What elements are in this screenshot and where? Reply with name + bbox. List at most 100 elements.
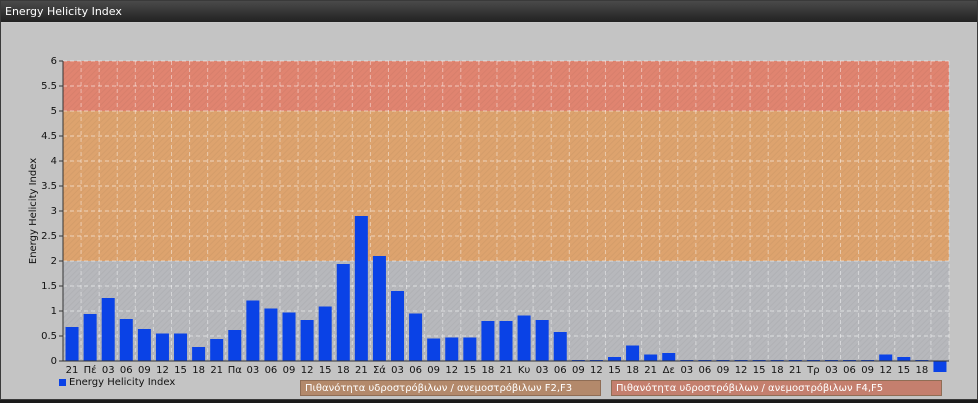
x-tick-label: 18 — [626, 365, 639, 376]
x-tick-label: 15 — [463, 365, 476, 376]
bar — [391, 291, 405, 361]
x-tick-label: 15 — [753, 365, 766, 376]
x-tick-label: 06 — [265, 365, 278, 376]
x-tick-label: 21 — [210, 365, 223, 376]
y-tick-label: 4.5 — [41, 131, 57, 142]
bar — [427, 338, 441, 361]
x-tick-label: 15 — [319, 365, 332, 376]
x-tick-label: Πέ — [84, 364, 97, 376]
x-tick-label: 06 — [409, 365, 422, 376]
bar — [897, 357, 911, 361]
bar — [282, 312, 296, 361]
bar — [192, 347, 206, 361]
x-tick-label: 03 — [391, 365, 404, 376]
bar — [246, 300, 260, 361]
x-tick-label: 15 — [174, 365, 187, 376]
x-tick-label: 18 — [337, 365, 350, 376]
x-tick-label: 12 — [156, 365, 169, 376]
y-tick-label: 0 — [51, 356, 57, 367]
x-tick-label: 03 — [825, 365, 838, 376]
x-tick-label: 09 — [572, 365, 585, 376]
bar — [463, 337, 477, 361]
x-tick-label: 18 — [482, 365, 495, 376]
bar — [155, 333, 169, 361]
y-tick-label: 2.5 — [41, 231, 57, 242]
x-tick-label: 18 — [192, 365, 205, 376]
x-tick-label: 09 — [138, 365, 151, 376]
x-tick-label: Δε — [663, 365, 675, 376]
x-tick-label: 18 — [771, 365, 784, 376]
bar — [210, 339, 224, 361]
x-tick-label: 03 — [102, 365, 115, 376]
x-tick-label: Τρ — [806, 365, 819, 376]
x-tick-label: 21 — [66, 365, 79, 376]
bar — [83, 314, 97, 361]
y-tick-label: 3 — [51, 206, 57, 217]
x-tick-label: 21 — [644, 365, 657, 376]
x-tick-label: 03 — [536, 365, 549, 376]
x-tick-label: 09 — [717, 365, 730, 376]
x-tick-label: 09 — [861, 365, 874, 376]
x-tick-label: 06 — [843, 365, 856, 376]
y-tick-label: 4 — [51, 156, 57, 167]
bar — [65, 327, 79, 361]
legend-swatch — [59, 378, 66, 386]
x-tick-label: 06 — [699, 365, 712, 376]
x-tick-label: 15 — [608, 365, 621, 376]
x-tick-label: 09 — [283, 365, 296, 376]
bar — [626, 345, 640, 361]
bar — [137, 329, 151, 361]
bar — [553, 332, 567, 361]
x-tick-label: 09 — [427, 365, 440, 376]
ehi-bar-chart: 0 0.5 1 1.5 2 2.5 3 3.5 4 4.5 5 5.5 6 21 Πέ 03 06 09 12 15… — [28, 56, 950, 376]
y-tick-label: 5.5 — [41, 81, 57, 92]
bar — [481, 321, 495, 361]
x-tick-label: 12 — [301, 365, 314, 376]
window-title: Energy Helicity Index — [1, 1, 977, 22]
bar — [101, 298, 115, 361]
bar — [354, 216, 368, 361]
x-tick-label: 06 — [120, 365, 133, 376]
legend-series-label: Energy Helicity Index — [69, 377, 176, 388]
y-tick-label: 6 — [51, 56, 57, 67]
x-tick-label: Κυ — [518, 365, 531, 376]
bar — [499, 321, 513, 361]
x-tick-label: 12 — [590, 365, 603, 376]
bar — [318, 306, 332, 361]
plot-area: 0 0.5 1 1.5 2 2.5 3 3.5 4 4.5 5 5.5 6 21 Πέ 03 06 09 12 15… — [1, 23, 977, 399]
bar — [174, 333, 188, 361]
bar — [300, 320, 314, 361]
bar — [644, 354, 658, 361]
y-tick-label: 0.5 — [41, 331, 57, 342]
bar — [607, 357, 621, 361]
bar — [445, 337, 459, 361]
x-tick-label: 21 — [500, 365, 513, 376]
bar — [264, 308, 278, 361]
x-tick-label: Σά — [373, 364, 386, 376]
x-tick-label: 06 — [554, 365, 567, 376]
legend-risk-f4f5: Πιθανότητα υδροστρόβιλων / ανεμοστρόβιλω… — [611, 380, 942, 396]
y-tick-label: 5 — [51, 106, 57, 117]
bar — [879, 354, 893, 361]
bar — [535, 320, 549, 361]
legend-series: Energy Helicity Index — [59, 377, 175, 388]
x-tick-label: 03 — [246, 365, 259, 376]
bar — [372, 256, 386, 361]
x-tick-label: 03 — [680, 365, 693, 376]
x-tick-label: 21 — [789, 365, 802, 376]
y-tick-label: 3.5 — [41, 181, 57, 192]
x-tick-label: 15 — [897, 365, 910, 376]
bar — [336, 264, 350, 361]
y-axis-label: Energy Helicity Index — [28, 158, 39, 264]
legend-risk-f2f3: Πιθανότητα υδροστρόβιλων / ανεμοστρόβιλω… — [300, 380, 601, 396]
x-tick-label: 12 — [735, 365, 748, 376]
x-tick-label: 18 — [916, 365, 929, 376]
y-tick-label: 1 — [51, 306, 57, 317]
y-tick-label: 2 — [51, 256, 57, 267]
y-axis: 0 0.5 1 1.5 2 2.5 3 3.5 4 4.5 5 5.5 6 — [41, 56, 63, 367]
bar — [119, 319, 133, 361]
x-tick-label: 12 — [879, 365, 892, 376]
bar — [517, 315, 531, 361]
x-tick-label: Πα — [228, 365, 243, 376]
x-tick-label: 21 — [355, 365, 368, 376]
